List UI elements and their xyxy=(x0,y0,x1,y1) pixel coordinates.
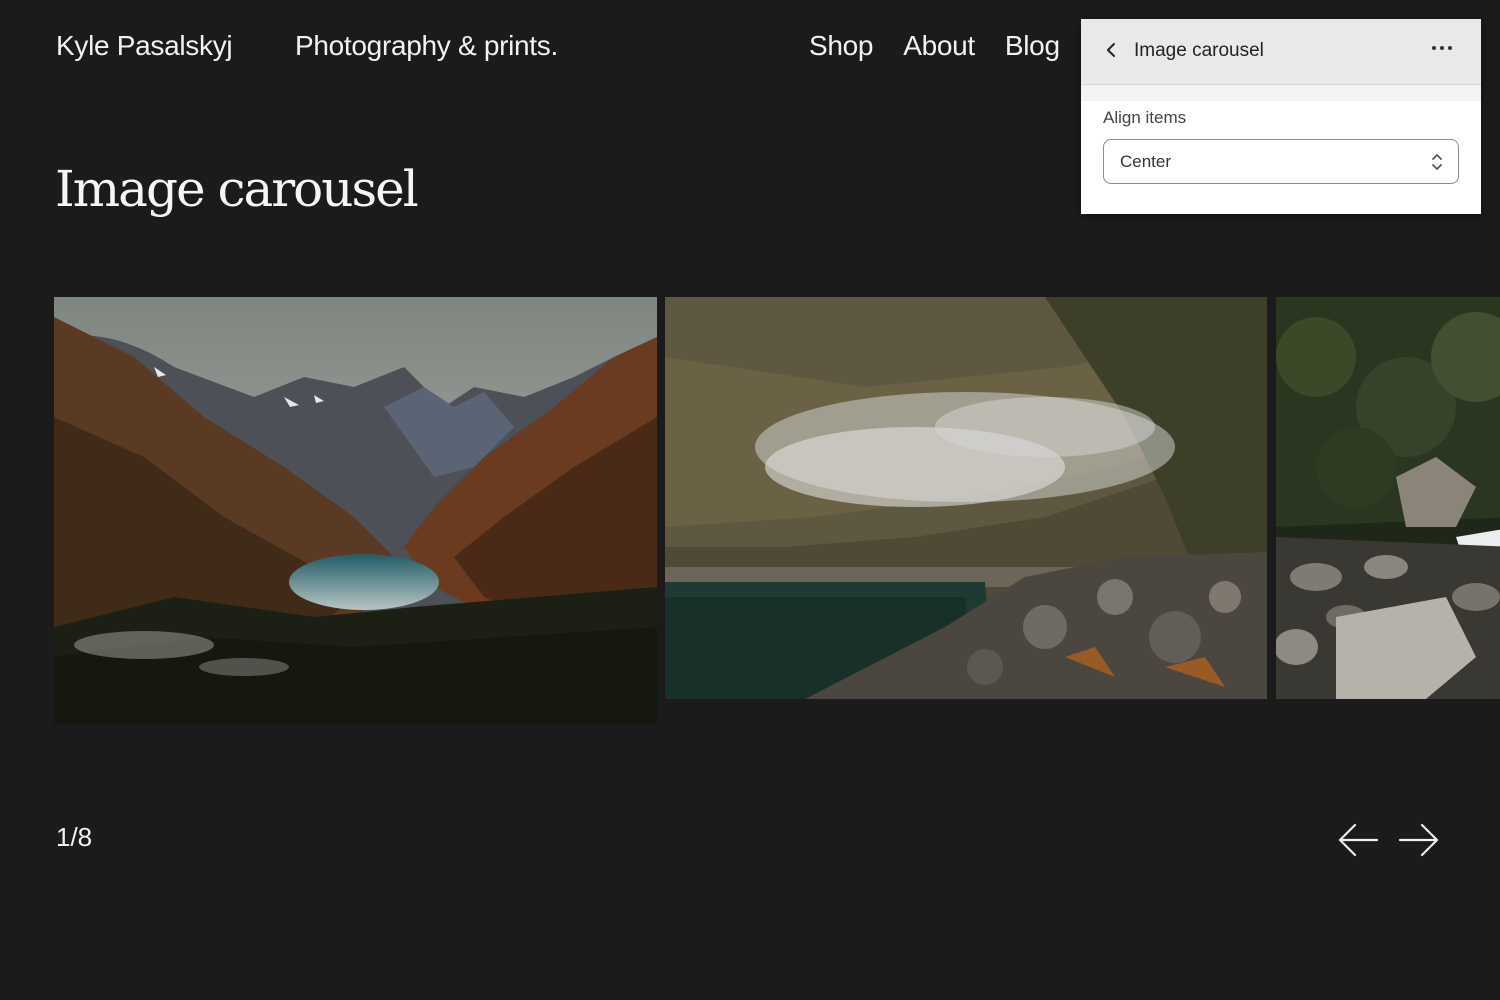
align-items-select[interactable]: Center xyxy=(1103,139,1459,184)
site-tagline: Photography & prints. xyxy=(295,30,558,61)
arrow-right-icon[interactable] xyxy=(1398,820,1440,860)
panel-divider xyxy=(1081,85,1481,101)
panel-header: Image carousel xyxy=(1081,19,1481,85)
nav-item-about[interactable]: About xyxy=(903,30,975,62)
settings-panel: Image carousel Align items Center xyxy=(1081,19,1481,214)
more-horizontal-icon[interactable] xyxy=(1429,37,1455,59)
nav-item-shop[interactable]: Shop xyxy=(809,30,874,62)
carousel-slide-misty-lake[interactable] xyxy=(665,297,1267,699)
carousel-slide-forest-river[interactable] xyxy=(1276,297,1500,699)
panel-title: Image carousel xyxy=(1134,40,1264,61)
site-brand[interactable]: Kyle Pasalskyj xyxy=(56,30,233,62)
carousel-counter: 1/8 xyxy=(56,822,93,852)
chevron-up-down-icon xyxy=(1430,152,1444,172)
select-value: Center xyxy=(1120,152,1172,171)
carousel-slide-mountain-lake[interactable] xyxy=(54,297,657,724)
page-title: Image carousel xyxy=(55,160,419,218)
chevron-left-icon[interactable] xyxy=(1101,39,1121,61)
arrow-left-icon[interactable] xyxy=(1337,820,1379,860)
image-carousel xyxy=(54,297,1500,727)
align-items-label: Align items xyxy=(1103,108,1187,127)
main-nav: Shop About Blog xyxy=(809,30,1060,62)
nav-item-blog[interactable]: Blog xyxy=(1005,30,1060,62)
